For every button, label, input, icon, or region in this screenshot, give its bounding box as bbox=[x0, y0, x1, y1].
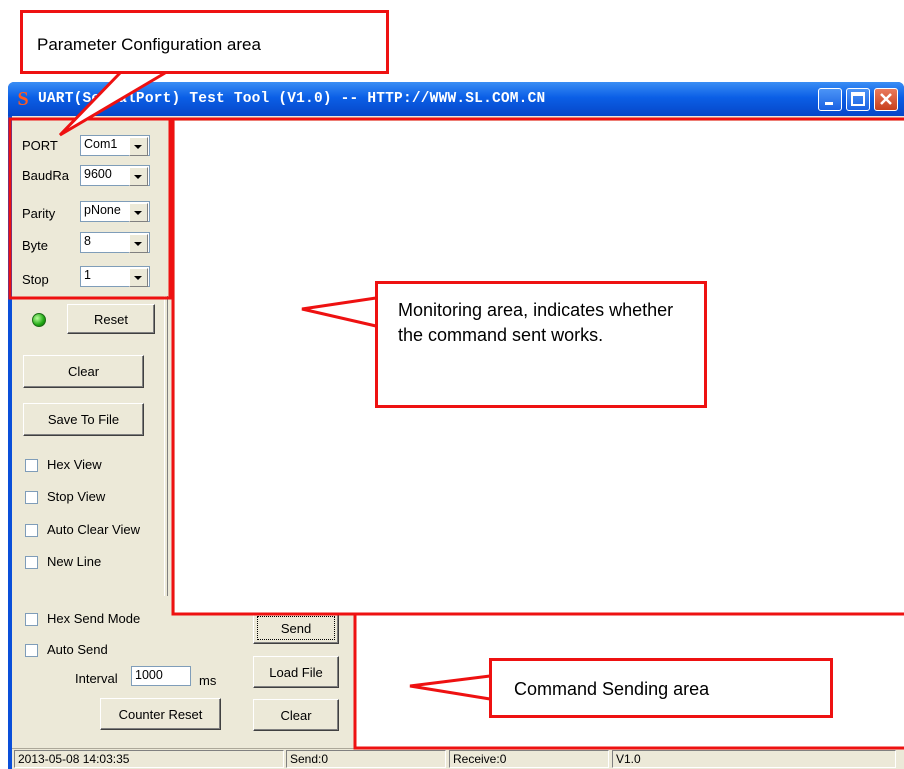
command-area-callout: Command Sending area bbox=[489, 658, 833, 718]
monitoring-area-callout: Monitoring area, indicates whether the c… bbox=[375, 281, 707, 408]
parameter-area-callout: Parameter Configuration area bbox=[20, 10, 389, 74]
